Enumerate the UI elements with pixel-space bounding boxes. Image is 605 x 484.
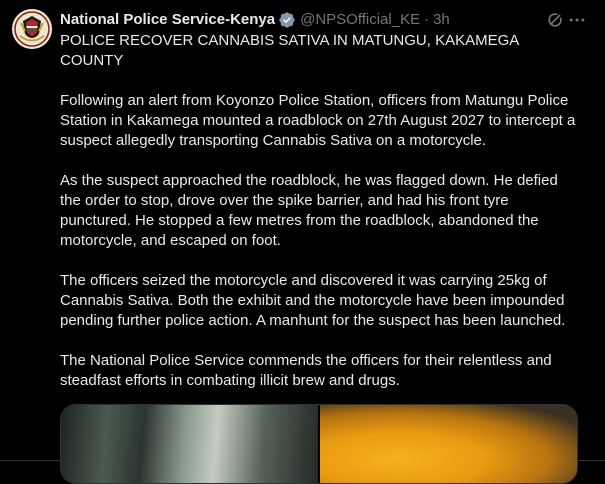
tweet-header: National Police Service-Kenya @NPSOffici… <box>60 10 585 30</box>
display-name[interactable]: National Police Service-Kenya <box>60 10 275 30</box>
tweet-paragraph: The officers seized the motorcycle and d… <box>60 272 566 329</box>
user-handle[interactable]: @NPSOfficial_KE <box>300 10 420 30</box>
tweet[interactable]: National Police Service-Kenya @NPSOffici… <box>0 0 605 484</box>
tweet-headline: POLICE RECOVER CANNABIS SATIVA IN MATUNG… <box>60 32 519 69</box>
grok-icon[interactable] <box>545 10 565 30</box>
tweet-paragraph: Following an alert from Koyonzo Police S… <box>60 92 576 149</box>
avatar[interactable] <box>12 9 52 49</box>
media-grid <box>60 404 578 484</box>
tweet-paragraph: As the suspect approached the roadblock,… <box>60 172 558 249</box>
photo-motorcycle[interactable] <box>61 405 318 483</box>
tweet-paragraph: The National Police Service commends the… <box>60 352 552 389</box>
photo-exhibit[interactable] <box>320 405 577 483</box>
kenya-police-crest-icon <box>12 9 52 49</box>
timestamp[interactable]: 3h <box>433 10 450 30</box>
verified-badge-icon[interactable] <box>278 11 296 29</box>
more-icon[interactable] <box>567 10 587 30</box>
tweet-text: POLICE RECOVER CANNABIS SATIVA IN MATUNG… <box>60 31 580 391</box>
separator-dot: · <box>424 11 430 28</box>
